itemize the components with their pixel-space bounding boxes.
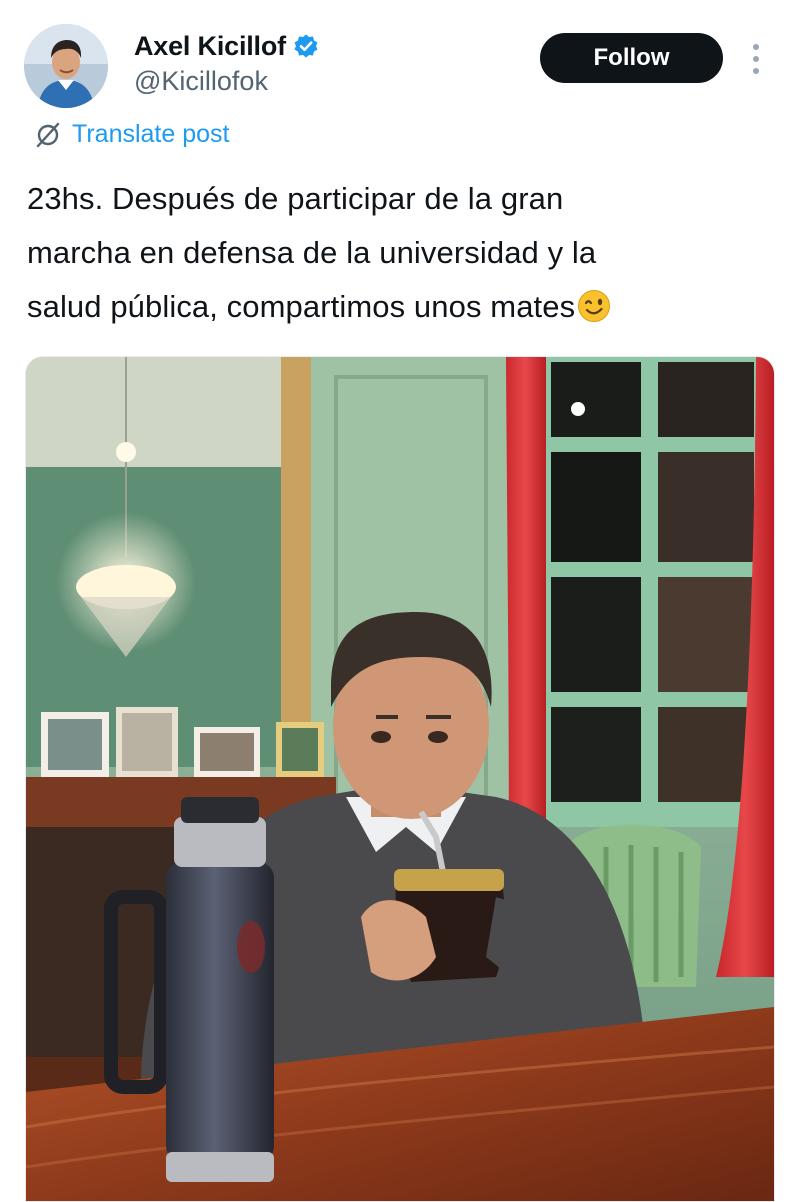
author-name-row: Axel Kicillof bbox=[134, 28, 319, 64]
post-text: 23hs. Después de participar de la gran m… bbox=[27, 172, 787, 334]
verified-badge-icon bbox=[293, 33, 319, 59]
follow-button[interactable]: Follow bbox=[540, 33, 723, 83]
more-dot bbox=[753, 68, 759, 74]
post-text-line: 23hs. Después de participar de la gran bbox=[27, 181, 564, 216]
translate-post-label: Translate post bbox=[72, 120, 230, 148]
top-edge bbox=[0, 0, 798, 14]
author-avatar[interactable] bbox=[24, 24, 108, 108]
post-text-line-last: salud pública, compartimos unos mates bbox=[27, 280, 787, 334]
author-handle[interactable]: @Kicillofok bbox=[134, 66, 268, 97]
post-text-line: marcha en defensa de la universidad y la bbox=[27, 235, 597, 270]
more-dot bbox=[753, 44, 759, 50]
translate-globe-icon bbox=[34, 121, 62, 149]
more-dot bbox=[753, 56, 759, 62]
winking-face-emoji-icon bbox=[577, 286, 611, 322]
post-photo[interactable] bbox=[25, 356, 775, 1202]
post-text-line: salud pública, compartimos unos mates bbox=[27, 289, 576, 324]
avatar-photo-icon bbox=[24, 24, 108, 108]
photo-man-drinking-mate-icon bbox=[26, 357, 774, 1201]
more-options-icon[interactable] bbox=[744, 40, 768, 78]
author-display-name[interactable]: Axel Kicillof bbox=[134, 31, 286, 62]
translate-post-link[interactable]: Translate post bbox=[34, 120, 229, 149]
